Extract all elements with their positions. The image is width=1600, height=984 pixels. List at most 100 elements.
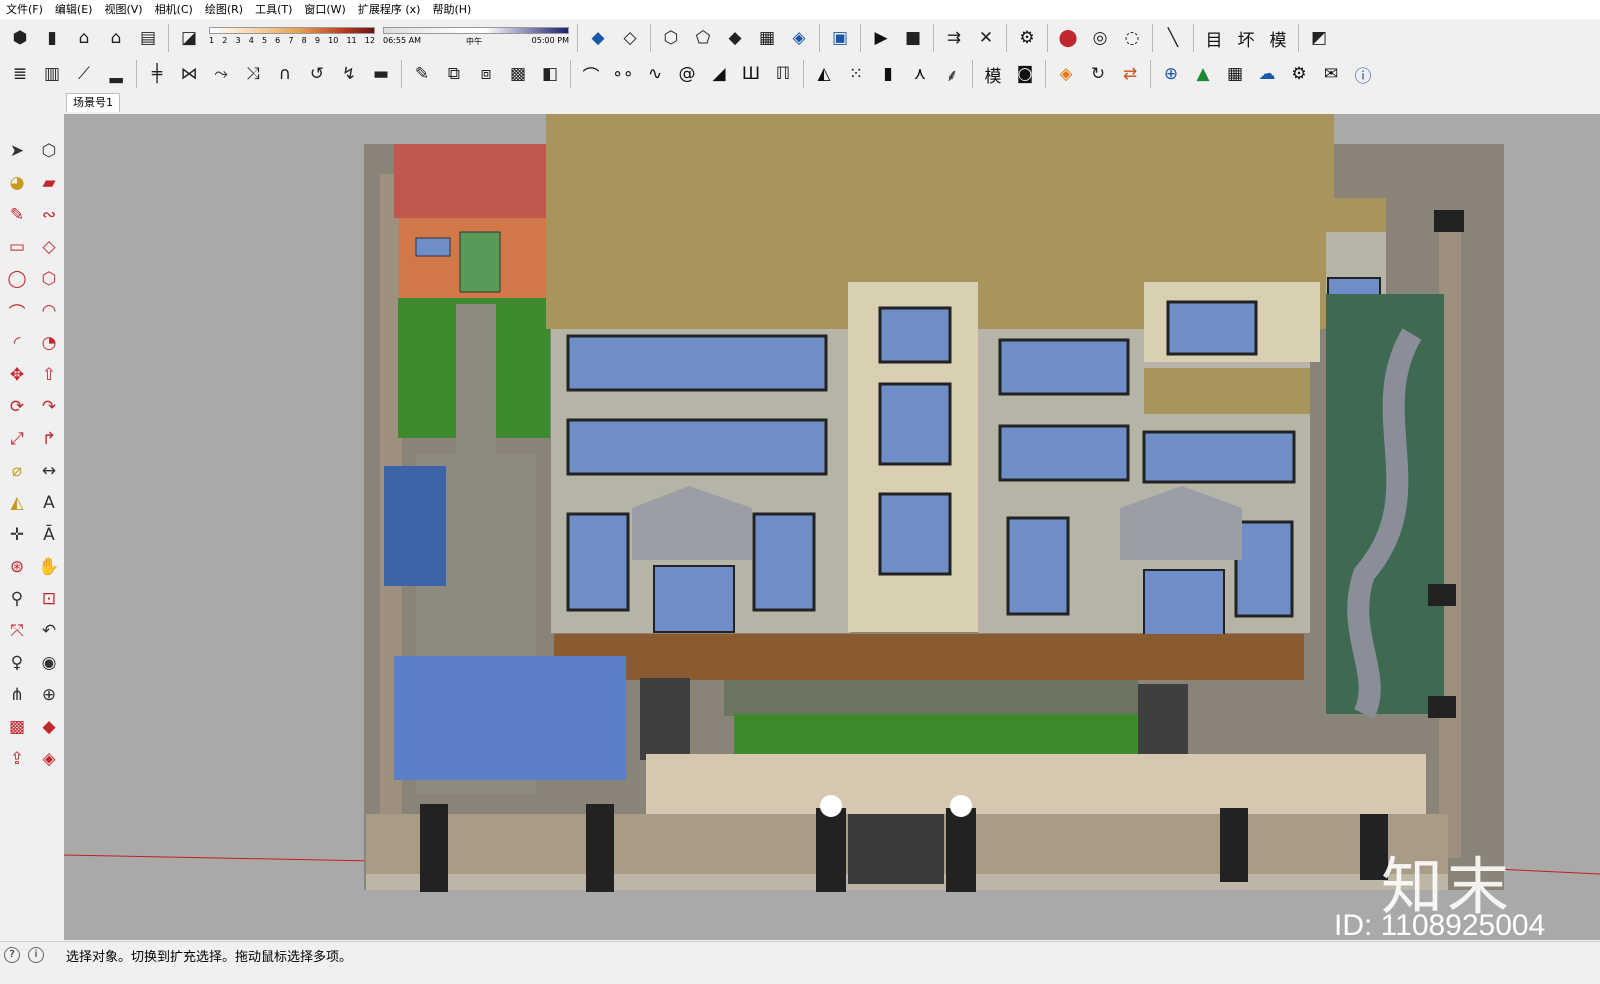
follow-me-icon[interactable]: ↷ — [34, 392, 64, 422]
zoom-extents-icon[interactable]: ⤧ — [2, 616, 32, 646]
rotated-rectangle-icon[interactable]: ◇ — [34, 232, 64, 262]
freehand-icon[interactable]: ∾ — [34, 200, 64, 230]
array-icon[interactable]: ⁙ — [841, 59, 871, 89]
railing-icon[interactable]: ╪ — [142, 59, 172, 89]
edit-tool-icon[interactable]: ✎ — [407, 59, 437, 89]
share-model-icon[interactable]: ⇪ — [2, 744, 32, 774]
look-around-icon[interactable]: ◉ — [34, 648, 64, 678]
warehouse-icon[interactable]: ▩ — [2, 712, 32, 742]
mirror-icon[interactable]: ◭ — [809, 59, 839, 89]
push-pull-icon[interactable]: ⇧ — [34, 360, 64, 390]
lumion-icon[interactable]: ▣ — [825, 23, 855, 53]
info-icon[interactable]: ⓘ — [1348, 59, 1378, 89]
walk-icon[interactable]: ⋔ — [2, 680, 32, 710]
wireframe-icon[interactable]: ⬡ — [656, 23, 686, 53]
paint-bucket-icon[interactable]: ◕ — [2, 168, 32, 198]
model-button[interactable]: 模 — [1263, 23, 1293, 53]
tape-line-icon[interactable]: ╲ — [1158, 23, 1188, 53]
arch-tool-icon[interactable]: ∩ — [270, 59, 300, 89]
stack2-tool-icon[interactable]: ⧈ — [471, 59, 501, 89]
beads-icon[interactable]: ∘∘ — [608, 59, 638, 89]
scale-icon[interactable]: ⤢ — [2, 424, 32, 454]
menu-view[interactable]: 视图(V) — [98, 0, 148, 19]
monochrome-icon[interactable]: ◈ — [784, 23, 814, 53]
zoom-window-icon[interactable]: ⊡ — [34, 584, 64, 614]
mail-icon[interactable]: ✉ — [1316, 59, 1346, 89]
zoom-icon[interactable]: ⚲ — [2, 584, 32, 614]
info-circle-icon[interactable]: i — [28, 947, 44, 963]
column-icon[interactable]: ▥ — [37, 59, 67, 89]
spiral-tool-icon[interactable]: ↯ — [334, 59, 364, 89]
render-red-icon[interactable]: ⬤ — [1053, 23, 1083, 53]
model-badge-button[interactable]: 模 — [978, 59, 1008, 89]
box-tool-icon[interactable]: ▩ — [503, 59, 533, 89]
extension-icon[interactable]: ◩ — [1304, 23, 1334, 53]
hidden-line-icon[interactable]: ⬠ — [688, 23, 718, 53]
left-view-icon[interactable]: ▮ — [37, 23, 67, 53]
three-point-arc-icon[interactable]: ◜ — [2, 328, 32, 358]
arc-icon[interactable]: ⌒ — [2, 296, 32, 326]
split-tool-icon[interactable]: ⤨ — [238, 59, 268, 89]
spiral-icon[interactable]: @ — [672, 59, 702, 89]
menu-tools[interactable]: 工具(T) — [249, 0, 298, 19]
line-tool-icon[interactable]: ⋈ — [174, 59, 204, 89]
colonnade-icon[interactable]: ℿ — [768, 59, 798, 89]
panel-icon[interactable]: ▮ — [873, 59, 903, 89]
brush-icon[interactable]: ⸙ — [937, 59, 967, 89]
menu-window[interactable]: 窗口(W) — [298, 0, 351, 19]
pencil-line-icon[interactable]: ✎ — [2, 200, 32, 230]
menu-draw[interactable]: 绘图(R) — [199, 0, 249, 19]
offset-icon[interactable]: ↱ — [34, 424, 64, 454]
shadow-toggle-icon[interactable]: ◪ — [174, 23, 204, 53]
menu-help[interactable]: 帮助(H) — [426, 0, 477, 19]
model-viewport[interactable] — [64, 114, 1600, 940]
shaded-icon[interactable]: ◆ — [720, 23, 750, 53]
render-frame-icon[interactable]: ◌ — [1117, 23, 1147, 53]
home-view-icon[interactable]: ⌂ — [69, 23, 99, 53]
gear-icon[interactable]: ⚙ — [1012, 23, 1042, 53]
extension-warehouse-icon[interactable]: ◈ — [34, 744, 64, 774]
refresh-icon[interactable]: ↻ — [1083, 59, 1113, 89]
scene-tab-1[interactable]: 场景号1 — [66, 93, 120, 112]
xray-style-icon[interactable]: ◆ — [583, 23, 613, 53]
help-circle-icon[interactable]: ? — [4, 947, 20, 963]
ruby-icon[interactable]: ◆ — [34, 712, 64, 742]
enscape-icon[interactable]: ◈ — [1051, 59, 1081, 89]
layers-tool-icon[interactable]: ◧ — [535, 59, 565, 89]
back-view-icon[interactable]: ▤ — [133, 23, 163, 53]
stop-icon[interactable]: ■ — [898, 23, 928, 53]
compass-icon[interactable]: ⋏ — [905, 59, 935, 89]
polygon-icon[interactable]: ⬡ — [34, 264, 64, 294]
pie-icon[interactable]: ◔ — [34, 328, 64, 358]
iso-view-icon[interactable]: ⬢ — [5, 23, 35, 53]
select-arrow-icon[interactable]: ➤ — [2, 136, 32, 166]
cloud-upload-icon[interactable]: ☁ — [1252, 59, 1282, 89]
circle-icon[interactable]: ◯ — [2, 264, 32, 294]
front-view-icon[interactable]: ⌂ — [101, 23, 131, 53]
add-circle-icon[interactable]: ⊕ — [1156, 59, 1186, 89]
curve-tool-icon[interactable]: ⤳ — [206, 59, 236, 89]
text-icon[interactable]: A — [34, 488, 64, 518]
position-camera-icon[interactable]: ♀ — [2, 648, 32, 678]
eraser-icon[interactable]: ▰ — [34, 168, 64, 198]
menu-file[interactable]: 文件(F) — [0, 0, 49, 19]
back-edges-icon[interactable]: ◇ — [615, 23, 645, 53]
checker-icon[interactable]: ▦ — [1220, 59, 1250, 89]
shadow-time-slider[interactable]: 06:55 AM 中午 05:00 PM — [381, 23, 571, 53]
menu-extensions[interactable]: 扩展程序 (x) — [352, 0, 427, 19]
camera-remove-icon[interactable]: ✕ — [971, 23, 1001, 53]
rectangle-icon[interactable]: ▭ — [2, 232, 32, 262]
play-icon[interactable]: ▶ — [866, 23, 896, 53]
section-plane-icon[interactable]: ⊕ — [34, 680, 64, 710]
pan-hand-icon[interactable]: ✋ — [34, 552, 64, 582]
material-badge-icon[interactable]: ◙ — [1010, 59, 1040, 89]
layer-tool-icon[interactable]: ▬ — [366, 59, 396, 89]
shaded-textures-icon[interactable]: ▦ — [752, 23, 782, 53]
axes-icon[interactable]: ✛ — [2, 520, 32, 550]
component-icon[interactable]: ⬡ — [34, 136, 64, 166]
dimension-icon[interactable]: ↔ — [34, 456, 64, 486]
move-icon[interactable]: ✥ — [2, 360, 32, 390]
protractor-icon[interactable]: ◭ — [2, 488, 32, 518]
stack-tool-icon[interactable]: ⧉ — [439, 59, 469, 89]
orbit-icon[interactable]: ⊛ — [2, 552, 32, 582]
